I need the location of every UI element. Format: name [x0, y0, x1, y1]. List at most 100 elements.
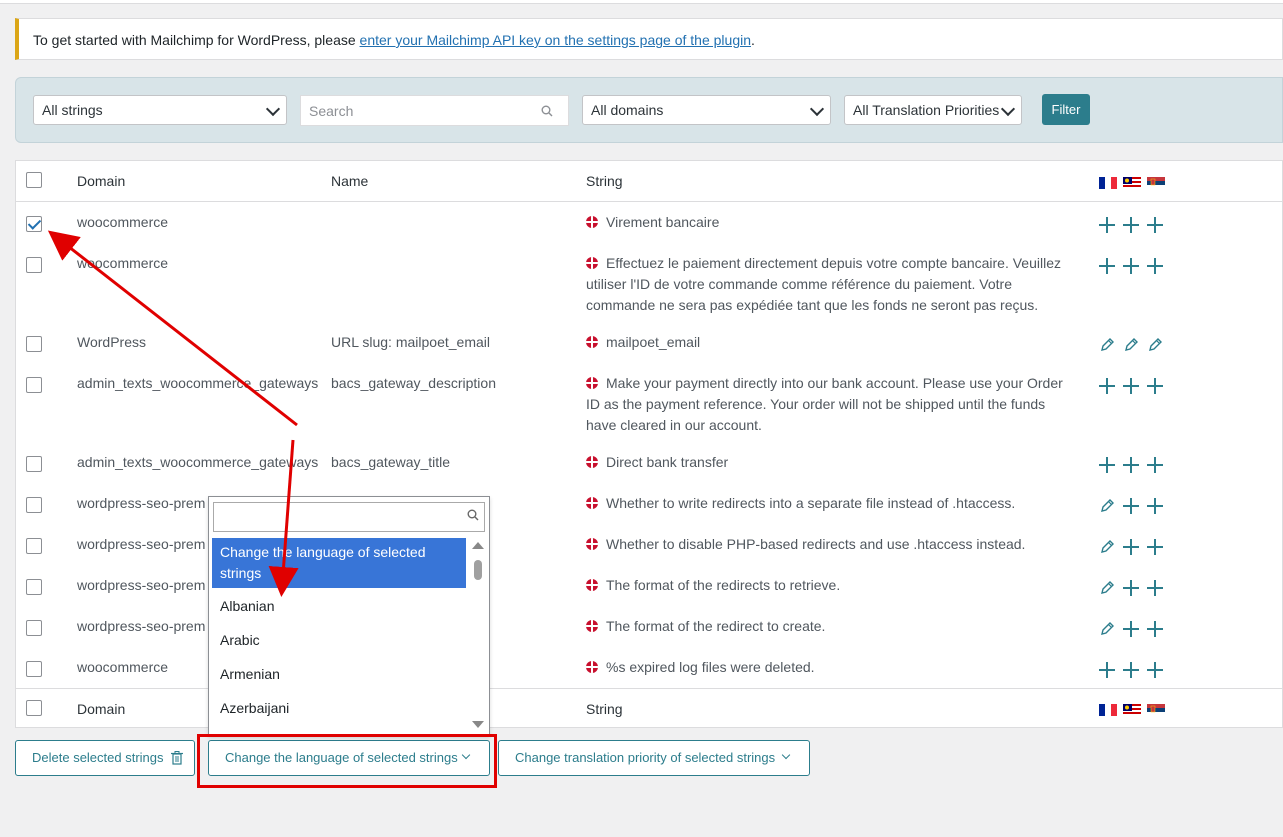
row-string: Make your payment directly into our bank…: [586, 373, 1066, 436]
priority-filter-value: All Translation Priorities: [853, 102, 1000, 118]
edit-translation-icon[interactable]: [1099, 499, 1123, 518]
add-translation-icon[interactable]: [1099, 378, 1115, 394]
trash-icon: [171, 751, 183, 765]
edit-translation-icon[interactable]: [1099, 337, 1123, 354]
row-string-text: Effectuez le paiement directement depuis…: [586, 255, 1061, 313]
notice-text: To get started with Mailchimp for WordPr…: [33, 32, 360, 48]
dropdown-option[interactable]: Armenian: [212, 664, 466, 685]
row-string-text: The format of the redirect to create.: [606, 618, 826, 634]
add-translation-icon[interactable]: [1147, 580, 1163, 596]
add-translation-icon[interactable]: [1123, 498, 1139, 514]
change-priority-button[interactable]: Change translation priority of selected …: [498, 740, 810, 776]
row-actions: [1099, 258, 1171, 279]
dropdown-option[interactable]: Azerbaijani: [212, 698, 466, 719]
notice-settings-link[interactable]: enter your Mailchimp API key on the sett…: [360, 32, 751, 48]
add-translation-icon[interactable]: [1123, 217, 1139, 233]
edit-translation-icon[interactable]: [1099, 581, 1123, 600]
add-translation-icon[interactable]: [1123, 580, 1139, 596]
row-domain: wordpress-seo-prem: [77, 618, 206, 634]
add-translation-icon[interactable]: [1123, 621, 1139, 637]
row-domain: wordpress-seo-prem: [77, 577, 206, 593]
string-footer[interactable]: String: [586, 699, 623, 720]
edit-translation-icon[interactable]: [1147, 337, 1171, 354]
edit-translation-icon[interactable]: [1099, 540, 1123, 559]
uk-flag-icon: [586, 620, 598, 632]
row-checkbox[interactable]: [26, 257, 42, 273]
select-all-checkbox-footer[interactable]: [26, 700, 42, 716]
row-string-text: Whether to write redirects into a separa…: [606, 495, 1016, 511]
domain-header[interactable]: Domain: [77, 171, 125, 192]
row-checkbox[interactable]: [26, 336, 42, 352]
add-translation-icon[interactable]: [1099, 662, 1115, 678]
row-string: Whether to write redirects into a separa…: [586, 493, 1066, 514]
search-icon: [467, 509, 479, 521]
uk-flag-icon: [586, 538, 598, 550]
row-actions: [1099, 217, 1171, 238]
domains-filter-select[interactable]: All domains: [582, 95, 831, 125]
edit-translation-icon[interactable]: [1123, 337, 1147, 354]
row-string: mailpoet_email: [586, 332, 1066, 353]
add-translation-icon[interactable]: [1147, 217, 1163, 233]
dropdown-search-input[interactable]: [213, 502, 485, 532]
serbia-flag-icon: [1147, 704, 1165, 717]
dropdown-option-highlighted[interactable]: Change the language of selected strings: [212, 538, 466, 588]
dropdown-option[interactable]: Albanian: [212, 596, 466, 617]
filter-bar: All strings All domains All Translation …: [15, 77, 1283, 143]
row-checkbox[interactable]: [26, 620, 42, 636]
row-name: bacs_gateway_description: [331, 375, 496, 391]
edit-translation-icon[interactable]: [1099, 622, 1123, 641]
add-translation-icon[interactable]: [1147, 258, 1163, 274]
add-translation-icon[interactable]: [1147, 621, 1163, 637]
row-domain: wordpress-seo-prem: [77, 495, 206, 511]
add-translation-icon[interactable]: [1099, 217, 1115, 233]
add-translation-icon[interactable]: [1123, 457, 1139, 473]
strings-filter-select[interactable]: All strings: [33, 95, 287, 125]
language-flags: [1099, 174, 1171, 190]
select-all-checkbox[interactable]: [26, 172, 42, 188]
domain-footer[interactable]: Domain: [77, 699, 125, 720]
search-input[interactable]: [300, 95, 569, 126]
row-string-text: The format of the redirects to retrieve.: [606, 577, 841, 593]
row-domain: wordpress-seo-prem: [77, 536, 206, 552]
name-header[interactable]: Name: [331, 171, 368, 192]
dropdown-option[interactable]: Arabic: [212, 630, 466, 651]
language-dropdown: Change the language of selected strings …: [208, 496, 490, 736]
language-flags-footer: [1099, 701, 1171, 717]
dropdown-scrollbar[interactable]: [471, 537, 485, 732]
add-translation-icon[interactable]: [1099, 258, 1115, 274]
priority-filter-select[interactable]: All Translation Priorities: [844, 95, 1022, 125]
row-actions: [1099, 457, 1171, 478]
add-translation-icon[interactable]: [1123, 258, 1139, 274]
row-checkbox[interactable]: [26, 661, 42, 677]
row-checkbox[interactable]: [26, 497, 42, 513]
annotation-highlight-box: [197, 734, 497, 788]
add-translation-icon[interactable]: [1147, 457, 1163, 473]
row-checkbox[interactable]: [26, 538, 42, 554]
notice-suffix: .: [751, 32, 755, 48]
row-name: URL slug: mailpoet_email: [331, 334, 490, 350]
add-translation-icon[interactable]: [1123, 539, 1139, 555]
add-translation-icon[interactable]: [1147, 539, 1163, 555]
add-translation-icon[interactable]: [1147, 662, 1163, 678]
chevron-down-icon: [809, 101, 825, 117]
row-checkbox[interactable]: [26, 216, 42, 232]
row-actions: [1099, 662, 1171, 683]
row-domain: admin_texts_woocommerce_gateways: [77, 375, 319, 391]
uk-flag-icon: [586, 377, 598, 389]
top-bar: [0, 0, 1283, 4]
row-name: bacs_gateway_title: [331, 454, 451, 470]
add-translation-icon[interactable]: [1123, 378, 1139, 394]
row-checkbox[interactable]: [26, 377, 42, 393]
add-translation-icon[interactable]: [1147, 378, 1163, 394]
row-string: Effectuez le paiement directement depuis…: [586, 253, 1066, 316]
add-translation-icon[interactable]: [1123, 662, 1139, 678]
delete-selected-button[interactable]: Delete selected strings: [15, 740, 195, 776]
add-translation-icon[interactable]: [1099, 457, 1115, 473]
row-checkbox[interactable]: [26, 456, 42, 472]
add-translation-icon[interactable]: [1147, 498, 1163, 514]
string-header[interactable]: String: [586, 171, 623, 192]
row-checkbox[interactable]: [26, 579, 42, 595]
row-domain: woocommerce: [77, 214, 169, 230]
filter-button[interactable]: Filter: [1042, 94, 1090, 125]
chevron-down-icon: [265, 101, 281, 117]
